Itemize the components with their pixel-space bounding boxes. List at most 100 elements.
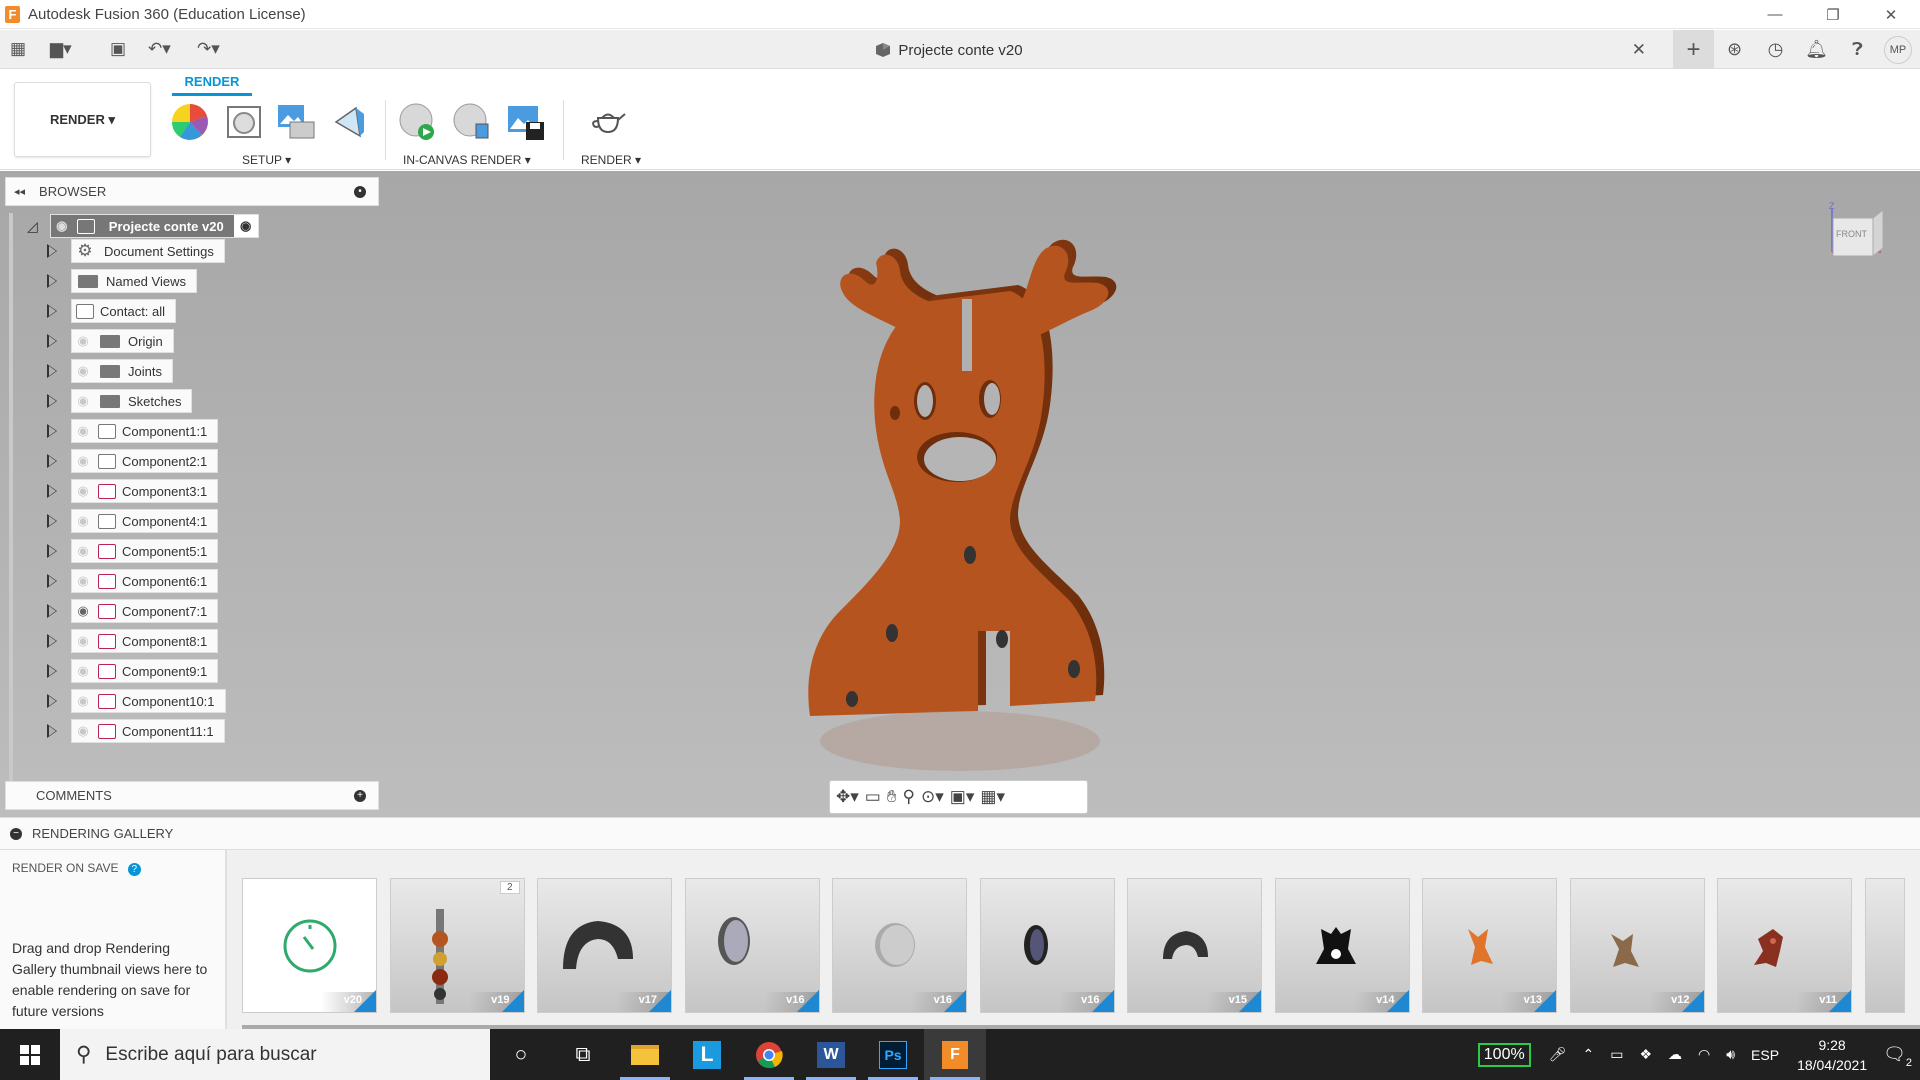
gallery-thumbnail[interactable]: v19 2 (389, 878, 525, 1013)
clock[interactable]: 9:28 18/04/2021 (1797, 1035, 1867, 1075)
taskbar-search[interactable]: ⚲ Escribe aquí para buscar (60, 1029, 490, 1080)
viewport-canvas[interactable]: ◂◂ BROWSER • ◿ ◉ Projecte conte v20 ◉ ⚙ D… (0, 171, 1920, 817)
browser-item-row[interactable]: ◉ Component3:1 (47, 478, 219, 504)
appearance-icon[interactable] (170, 102, 210, 142)
collapse-icon[interactable]: ◂◂ (14, 185, 25, 198)
visibility-eye-icon[interactable]: ◉ (72, 633, 94, 649)
l-app-icon[interactable]: L (676, 1029, 738, 1080)
look-at-icon[interactable]: ▭ (865, 787, 881, 807)
expand-arrow-icon[interactable] (47, 514, 57, 528)
stack-count-badge[interactable]: 2 (499, 881, 520, 894)
document-tab[interactable]: Projecte conte v20 ✕ (241, 34, 1656, 66)
collapse-triangle-icon[interactable]: ◿ (27, 218, 38, 235)
activate-radio-icon[interactable]: ◉ (233, 215, 258, 237)
browser-item-row[interactable]: ◉ Sketches (47, 388, 193, 414)
add-comment-icon[interactable]: + (354, 789, 366, 802)
file-menu-icon[interactable]: ▆▾ (50, 39, 72, 59)
restore-button[interactable]: ❐ (1804, 0, 1862, 29)
gallery-thumbnail[interactable]: v13 (1422, 878, 1557, 1013)
chrome-icon[interactable] (738, 1029, 800, 1080)
browser-item[interactable]: ◉ Component7:1 (71, 599, 219, 623)
browser-item[interactable]: Contact: all (71, 299, 177, 323)
expand-arrow-icon[interactable] (47, 424, 57, 438)
visibility-eye-icon[interactable]: ◉ (72, 603, 94, 619)
browser-item-row[interactable]: ◉ Component5:1 (47, 538, 219, 564)
expand-arrow-icon[interactable] (47, 454, 57, 468)
front-face-label[interactable]: FRONT (1836, 229, 1867, 239)
browser-item[interactable]: ◉ Sketches (71, 389, 193, 413)
comments-header[interactable]: COMMENTS + (5, 781, 379, 810)
gallery-thumbnail[interactable]: v15 (1127, 878, 1262, 1013)
minimize-button[interactable]: — (1746, 0, 1804, 29)
help-icon[interactable]: ? (127, 863, 141, 876)
gallery-header[interactable]: − RENDERING GALLERY (0, 818, 1920, 850)
expand-arrow-icon[interactable] (47, 274, 57, 288)
browser-item[interactable]: ◉ Component5:1 (71, 539, 219, 563)
expand-arrow-icon[interactable] (47, 634, 57, 648)
visibility-eye-icon[interactable]: ◉ (72, 453, 94, 469)
expand-arrow-icon[interactable] (47, 484, 57, 498)
expand-arrow-icon[interactable] (47, 364, 57, 378)
texture-map-icon[interactable] (276, 102, 316, 142)
expand-arrow-icon[interactable] (47, 574, 57, 588)
onedrive-icon[interactable]: ☁ (1668, 1046, 1682, 1063)
battery-indicator[interactable]: 100% (1477, 1042, 1531, 1067)
fusion-taskbar-icon[interactable]: F (924, 1029, 986, 1080)
deer-model[interactable] (780, 221, 1160, 781)
browser-item[interactable]: ◉ Origin (71, 329, 174, 353)
grid-settings-icon[interactable]: ▦▾ (980, 787, 1005, 807)
extensions-icon[interactable]: ⊛ (1714, 39, 1755, 60)
pin-icon[interactable]: • (354, 185, 366, 198)
gallery-thumbnail[interactable]: v11 (1717, 878, 1852, 1013)
visibility-eye-icon[interactable]: ◉ (72, 543, 94, 559)
tab-render[interactable]: RENDER (172, 74, 252, 96)
browser-item-row[interactable]: ⚙ Document Settings (47, 238, 225, 264)
gallery-thumbnail[interactable]: v17 (537, 878, 672, 1013)
browser-item-row[interactable]: ◉ Component4:1 (47, 508, 219, 534)
language-indicator[interactable]: ESP (1751, 1047, 1779, 1063)
visibility-eye-icon[interactable]: ◉ (72, 663, 94, 679)
redo-icon[interactable]: ↷▾ (197, 39, 220, 59)
setup-group-label[interactable]: SETUP ▾ (242, 153, 291, 167)
in-canvas-render-icon[interactable] (398, 102, 438, 142)
browser-item-row[interactable]: Contact: all (47, 298, 177, 324)
fit-icon[interactable]: ⊙▾ (921, 787, 944, 807)
new-tab-button[interactable]: + (1673, 30, 1714, 69)
render-teapot-icon[interactable] (588, 102, 628, 142)
browser-item-row[interactable]: ◉ Component9:1 (47, 658, 219, 684)
browser-item[interactable]: ◉ Component9:1 (71, 659, 219, 683)
visibility-eye-icon[interactable]: ◉ (72, 513, 94, 529)
user-avatar[interactable]: MP (1884, 35, 1912, 64)
gallery-thumbnail[interactable]: v12 (1569, 878, 1705, 1013)
close-window-button[interactable]: ✕ (1862, 0, 1920, 29)
in-canvas-group-label[interactable]: IN-CANVAS RENDER ▾ (403, 153, 531, 167)
expand-arrow-icon[interactable] (47, 244, 57, 258)
scene-settings-icon[interactable] (224, 102, 264, 142)
visibility-eye-icon[interactable]: ◉ (72, 333, 94, 349)
browser-item[interactable]: ◉ Component8:1 (71, 629, 219, 653)
dropbox-icon[interactable]: ❖ (1639, 1046, 1652, 1063)
battery-icon[interactable]: ▭ (1610, 1046, 1623, 1063)
zoom-icon[interactable]: ⚲ (903, 787, 915, 807)
workspace-switcher[interactable]: RENDER ▾ (14, 82, 151, 157)
browser-item[interactable]: ⚙ Document Settings (71, 239, 225, 263)
browser-item[interactable]: ◉ Component2:1 (71, 449, 219, 473)
pan-icon[interactable]: ✋︎ (887, 787, 897, 807)
browser-header[interactable]: ◂◂ BROWSER • (5, 177, 379, 206)
visibility-eye-icon[interactable]: ◉ (72, 423, 94, 439)
visibility-eye-icon[interactable]: ◉ (72, 363, 94, 379)
browser-item-row[interactable]: ◉ Component2:1 (47, 448, 219, 474)
undo-icon[interactable]: ↶▾ (148, 39, 171, 59)
expand-arrow-icon[interactable] (47, 544, 57, 558)
notifications-icon[interactable]: 🔔︎ (1796, 39, 1837, 60)
tree-root[interactable]: ◿ ◉ Projecte conte v20 ◉ (27, 213, 259, 239)
browser-item[interactable]: ◉ Component3:1 (71, 479, 219, 503)
gallery-thumbnail[interactable]: v20 (242, 878, 377, 1013)
gallery-thumbnail[interactable]: v16 (832, 878, 967, 1013)
show-hidden-icons[interactable]: ⌃ (1582, 1046, 1594, 1063)
volume-icon[interactable]: 🔊︎ (1726, 1046, 1735, 1063)
visibility-eye-icon[interactable]: ◉ (72, 483, 94, 499)
browser-item-row[interactable]: ◉ Component8:1 (47, 628, 219, 654)
collapse-gallery-icon[interactable]: − (10, 827, 22, 840)
browser-item[interactable]: ◉ Joints (71, 359, 173, 383)
